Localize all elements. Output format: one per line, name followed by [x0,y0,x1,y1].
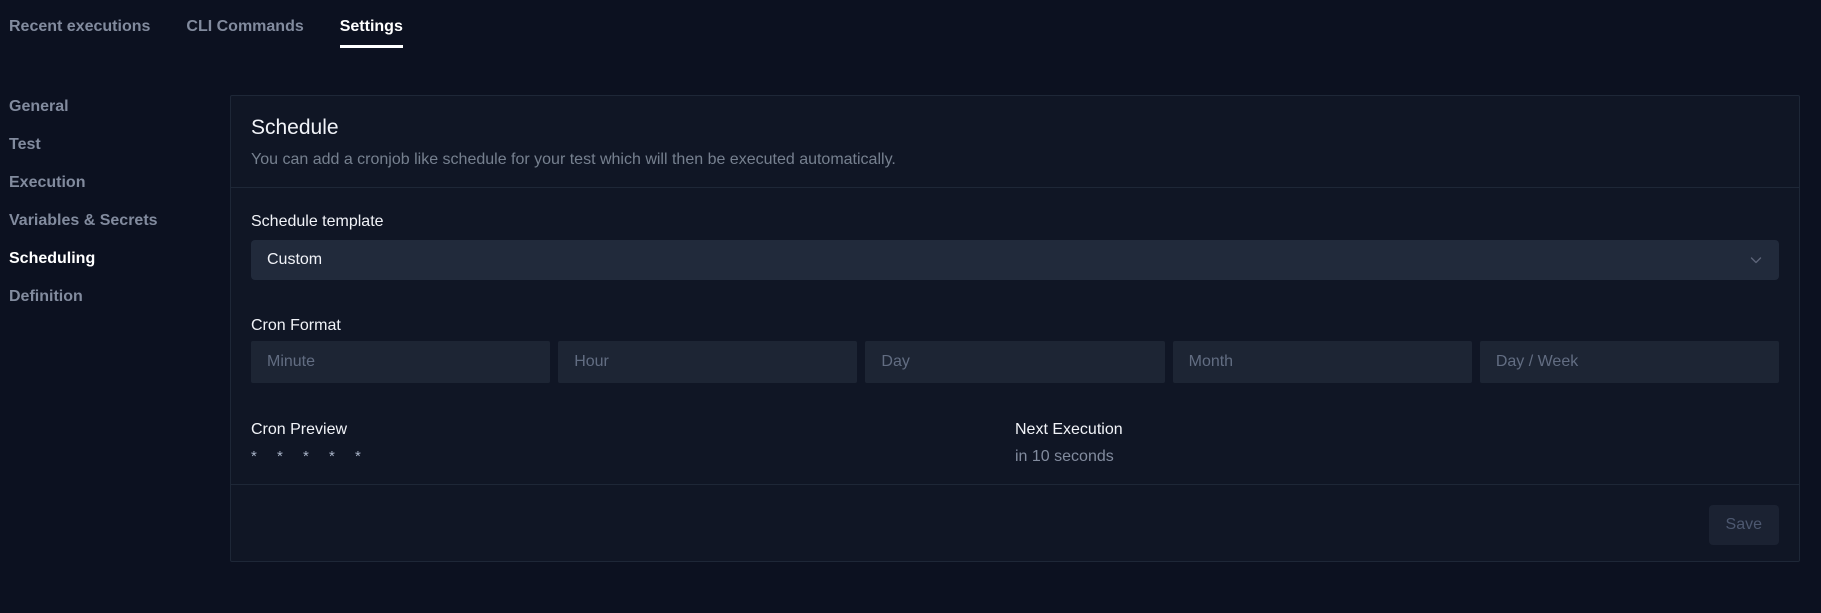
schedule-card-footer: Save [231,484,1799,545]
tab-settings[interactable]: Settings [340,18,403,48]
next-execution-value: in 10 seconds [1015,446,1779,467]
sidebar-item-definition[interactable]: Definition [9,286,209,307]
cron-preview-label: Cron Preview [251,419,1015,440]
sidebar-item-scheduling[interactable]: Scheduling [9,248,209,269]
settings-sidebar: General Test Execution Variables & Secre… [9,96,209,307]
sidebar-item-variables-secrets[interactable]: Variables & Secrets [9,210,209,231]
next-execution-label: Next Execution [1015,419,1779,440]
sidebar-item-general[interactable]: General [9,96,209,117]
cron-month-input[interactable] [1173,341,1472,383]
next-execution-block: Next Execution in 10 seconds [1015,419,1779,467]
cron-preview-block: Cron Preview * * * * * [251,419,1015,467]
cron-day-week-input[interactable] [1480,341,1779,383]
preview-row: Cron Preview * * * * * Next Execution in… [251,419,1779,467]
top-tab-bar: Recent executions CLI Commands Settings [0,0,1821,48]
tab-cli-commands[interactable]: CLI Commands [186,18,303,48]
chevron-down-icon [1749,253,1763,267]
cron-format-row [251,341,1779,383]
schedule-card-body: Schedule template Custom Cron Format Cro… [231,211,1799,467]
schedule-template-selected-value: Custom [267,251,322,269]
save-button[interactable]: Save [1709,505,1779,545]
cron-minute-input[interactable] [251,341,550,383]
card-title: Schedule [251,115,1779,141]
schedule-template-label: Schedule template [251,211,1779,232]
schedule-card: Schedule You can add a cronjob like sche… [230,95,1800,562]
cron-hour-input[interactable] [558,341,857,383]
cron-day-input[interactable] [865,341,1164,383]
sidebar-item-execution[interactable]: Execution [9,172,209,193]
cron-format-label: Cron Format [251,315,1779,336]
schedule-template-select[interactable]: Custom [251,240,1779,280]
cron-preview-value: * * * * * [251,446,1015,467]
card-subtitle: You can add a cronjob like schedule for … [251,149,1779,170]
sidebar-item-test[interactable]: Test [9,134,209,155]
tab-recent-executions[interactable]: Recent executions [9,18,150,48]
schedule-card-header: Schedule You can add a cronjob like sche… [231,96,1799,188]
